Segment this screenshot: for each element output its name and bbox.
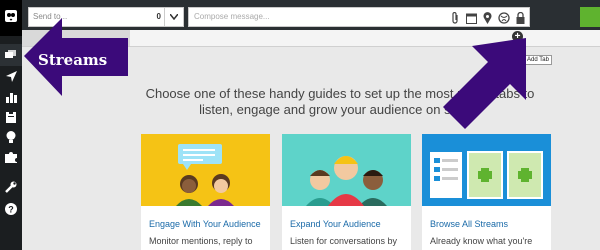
right-arrow-annotation [443, 38, 526, 129]
annotation-overlay [24, 18, 526, 129]
streams-annotation-label: Streams [38, 51, 108, 69]
